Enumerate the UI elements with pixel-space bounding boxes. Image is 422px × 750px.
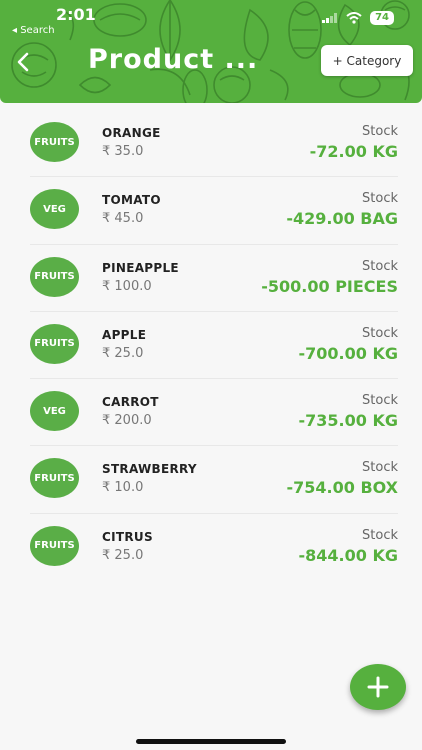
stock-label: Stock [362, 258, 398, 274]
stock-value: -72.00 KG [309, 142, 398, 161]
signal-icon [322, 13, 338, 23]
stock-value: -429.00 BAG [286, 209, 398, 229]
category-badge: FRUITS [30, 525, 79, 566]
product-list: FRUITS ORANGE ₹ 35.0 Stock -72.00 KG VEG… [30, 110, 398, 580]
product-price: ₹ 200.0 [102, 413, 152, 429]
product-row[interactable]: FRUITS ORANGE ₹ 35.0 Stock -72.00 KG [30, 110, 398, 178]
product-price: ₹ 25.0 [102, 547, 144, 563]
app-header: 2:01 ◂ Search 74 Product ... + Category [0, 0, 422, 103]
product-price: ₹ 10.0 [102, 480, 144, 496]
product-row[interactable]: FRUITS PINEAPPLE ₹ 100.0 Stock -500.00 P… [30, 245, 398, 312]
stock-value: -844.00 KG [298, 545, 398, 565]
add-product-button[interactable] [350, 664, 406, 710]
product-name: CITRUS [102, 529, 153, 544]
category-badge: FRUITS [30, 256, 79, 297]
product-row[interactable]: FRUITS STRAWBERRY ₹ 10.0 Stock -754.00 B… [30, 446, 398, 514]
battery-indicator: 74 [370, 11, 394, 25]
product-name: APPLE [102, 327, 147, 342]
home-indicator[interactable] [136, 739, 286, 744]
stock-value: -754.00 BOX [286, 478, 398, 498]
back-to-search-link[interactable]: ◂ Search [12, 25, 55, 36]
product-name: PINEAPPLE [102, 260, 179, 275]
product-row[interactable]: FRUITS CITRUS ₹ 25.0 Stock -844.00 KG [30, 514, 398, 580]
stock-label: Stock [362, 325, 398, 341]
stock-label: Stock [362, 124, 398, 139]
back-arrow-icon[interactable] [12, 50, 36, 74]
plus-icon [367, 676, 389, 698]
product-price: ₹ 45.0 [102, 211, 144, 227]
stock-value: -735.00 KG [298, 411, 398, 431]
status-icons: 74 [322, 11, 394, 25]
category-badge: VEG [30, 189, 79, 230]
product-row[interactable]: VEG TOMATO ₹ 45.0 Stock -429.00 BAG [30, 177, 398, 245]
page-title: Product ... [88, 44, 259, 75]
stock-label: Stock [362, 191, 398, 207]
stock-label: Stock [362, 393, 398, 409]
product-row[interactable]: VEG CARROT ₹ 200.0 Stock -735.00 KG [30, 379, 398, 447]
product-price: ₹ 25.0 [102, 345, 144, 361]
category-badge: FRUITS [30, 458, 79, 499]
product-row[interactable]: FRUITS APPLE ₹ 25.0 Stock -700.00 KG [30, 312, 398, 380]
product-price: ₹ 35.0 [102, 144, 144, 159]
add-category-button[interactable]: + Category [321, 45, 413, 76]
product-name: ORANGE [102, 126, 161, 140]
stock-label: Stock [362, 460, 398, 476]
stock-value: -500.00 PIECES [261, 276, 398, 296]
wifi-icon [346, 12, 362, 24]
product-name: STRAWBERRY [102, 462, 197, 477]
stock-label: Stock [362, 527, 398, 543]
status-time: 2:01 [56, 5, 96, 24]
category-badge: VEG [30, 391, 79, 432]
product-name: CARROT [102, 395, 159, 410]
category-badge: FRUITS [30, 323, 79, 364]
stock-value: -700.00 KG [298, 343, 398, 363]
product-name: TOMATO [102, 193, 161, 208]
category-badge: FRUITS [30, 122, 79, 162]
product-price: ₹ 100.0 [102, 278, 152, 294]
